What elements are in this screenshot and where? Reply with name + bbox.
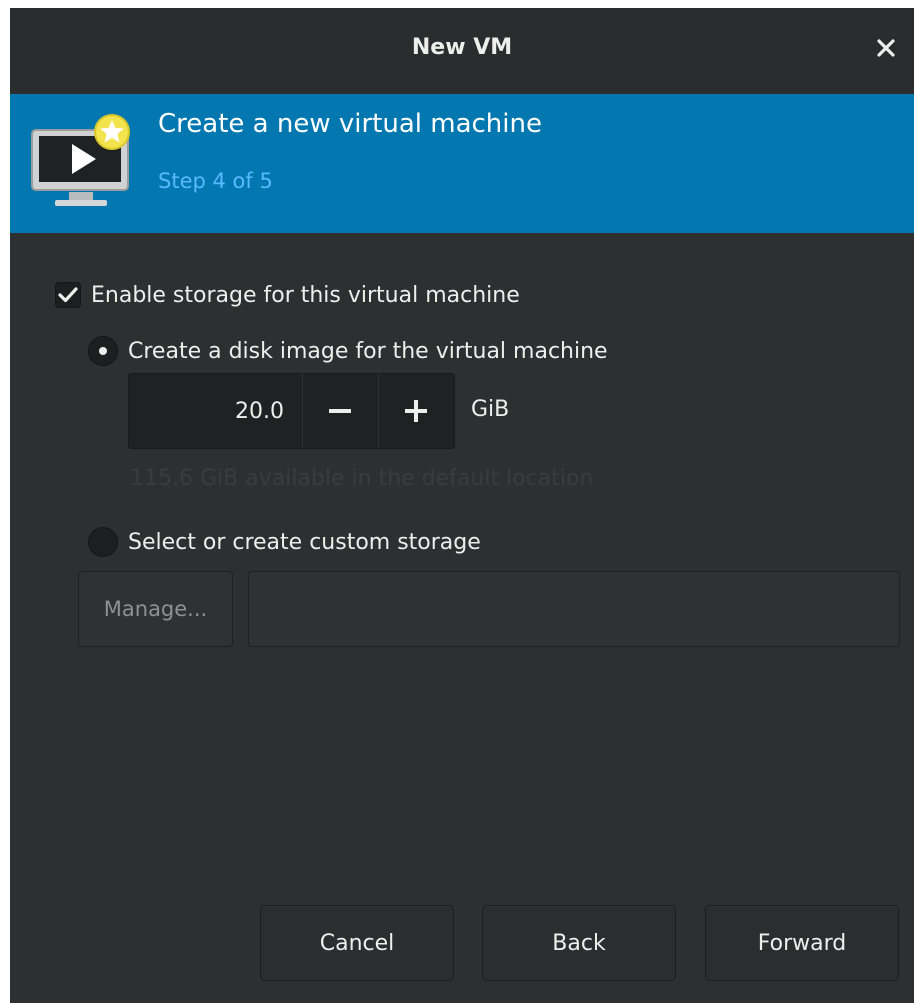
- increment-button[interactable]: [377, 374, 454, 448]
- custom-storage-radio[interactable]: [88, 527, 118, 557]
- manage-button[interactable]: Manage...: [78, 571, 233, 647]
- size-unit-label: GiB: [471, 397, 510, 422]
- wizard-banner: Create a new virtual machine Step 4 of 5: [10, 94, 914, 233]
- create-disk-label: Create a disk image for the virtual mach…: [128, 338, 608, 364]
- disk-size-input[interactable]: 20.0: [129, 374, 302, 448]
- enable-storage-label: Enable storage for this virtual machine: [91, 282, 520, 308]
- custom-storage-row[interactable]: Select or create custom storage: [88, 527, 481, 557]
- radio-selected-dot: [99, 347, 107, 355]
- enable-storage-row[interactable]: Enable storage for this virtual machine: [55, 282, 520, 308]
- plus-icon: [405, 400, 428, 422]
- storage-path-field[interactable]: [248, 571, 900, 647]
- disk-size-spinner[interactable]: 20.0: [128, 373, 455, 449]
- available-space-text: 115.6 GiB available in the default locat…: [130, 466, 594, 491]
- back-button[interactable]: Back: [482, 905, 676, 981]
- vm-monitor-icon: [28, 114, 140, 218]
- create-disk-radio[interactable]: [88, 336, 118, 366]
- minus-icon: [329, 409, 352, 413]
- decrement-button[interactable]: [301, 374, 378, 448]
- storage-page: Enable storage for this virtual machine …: [10, 233, 914, 1003]
- create-disk-row[interactable]: Create a disk image for the virtual mach…: [88, 336, 608, 366]
- close-button[interactable]: [868, 30, 904, 66]
- titlebar: New VM: [10, 8, 914, 93]
- step-indicator: Step 4 of 5: [158, 169, 273, 193]
- enable-storage-checkbox[interactable]: [55, 282, 81, 308]
- window-title: New VM: [411, 35, 513, 60]
- custom-storage-label: Select or create custom storage: [128, 529, 481, 555]
- close-icon: [877, 39, 895, 57]
- banner-title: Create a new virtual machine: [158, 109, 542, 139]
- new-vm-dialog: New VM Create a new virtual machine Step…: [10, 8, 914, 1003]
- forward-button[interactable]: Forward: [705, 905, 899, 981]
- checkmark-icon: [58, 287, 78, 303]
- cancel-button[interactable]: Cancel: [260, 905, 454, 981]
